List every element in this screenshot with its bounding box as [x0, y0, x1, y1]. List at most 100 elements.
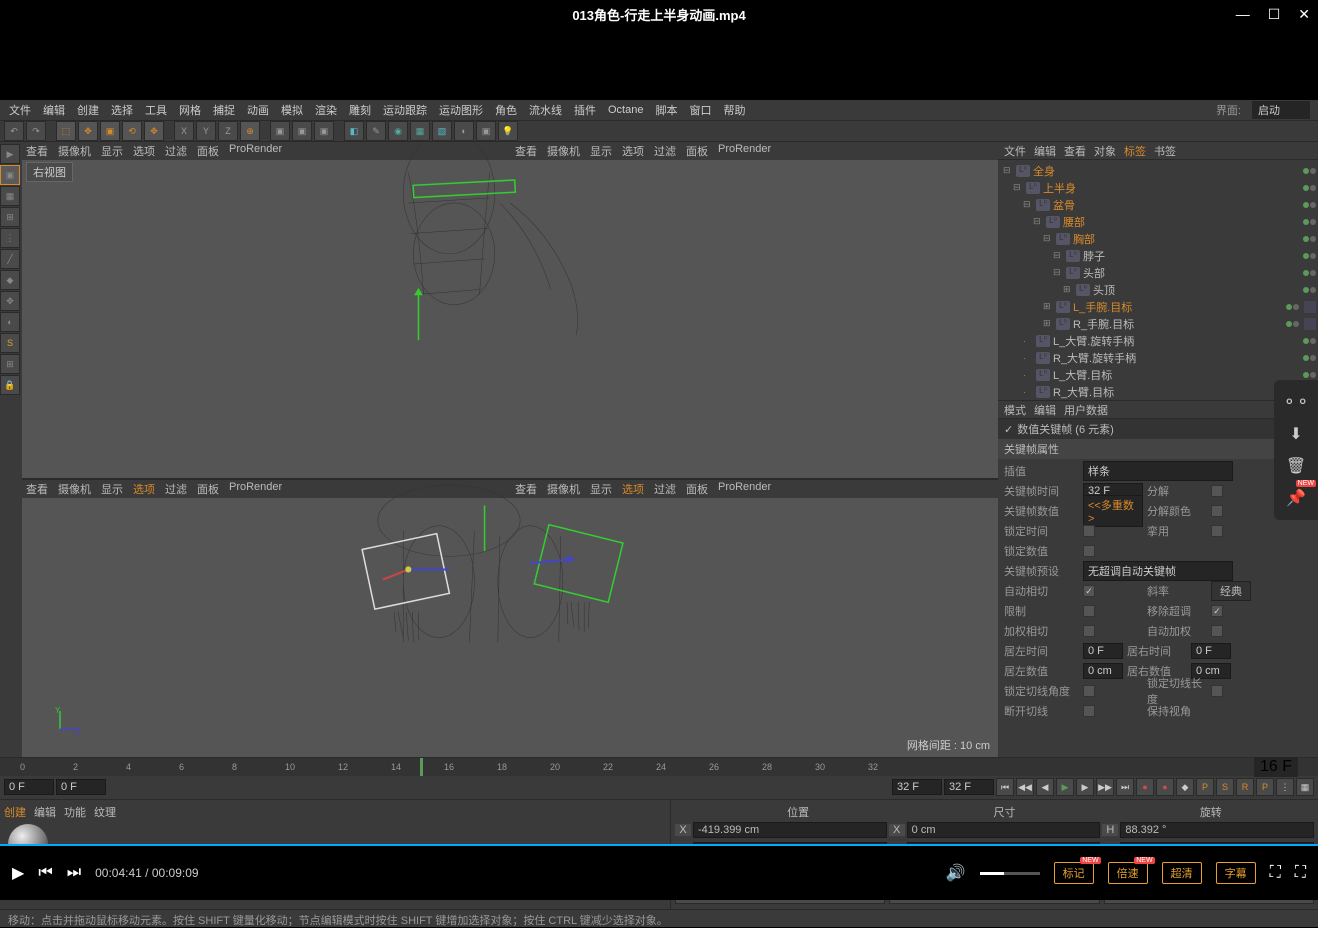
menu-window[interactable]: 窗口 [684, 102, 716, 118]
y-axis-icon[interactable]: Y [196, 121, 216, 141]
coord-system-icon[interactable]: ⊕ [240, 121, 260, 141]
record-icon[interactable]: ● [1136, 778, 1154, 796]
timeline-ruler[interactable]: 16 F 02468101214161820222426283032 [0, 758, 1318, 776]
menu-create[interactable]: 创建 [72, 102, 104, 118]
menu-snap[interactable]: 捕捉 [208, 102, 240, 118]
tree-item[interactable]: · L⁰ R_大臂.旋转手柄 [1000, 349, 1316, 366]
menu-select[interactable]: 选择 [106, 102, 138, 118]
minimize-icon[interactable]: — [1236, 6, 1250, 23]
tree-item[interactable]: ⊞ L⁰ R_手腕.目标 [1000, 315, 1316, 332]
workplane-icon[interactable]: ⊞ [0, 207, 20, 227]
menu-octane[interactable]: Octane [603, 104, 648, 116]
environment-icon[interactable]: ◐ [454, 121, 474, 141]
lasttool-icon[interactable]: ✥ [144, 121, 164, 141]
mute-check[interactable] [1211, 525, 1223, 537]
breaktan-check[interactable] [1083, 705, 1095, 717]
tree-item[interactable]: ⊟ L⁰ 全身 [1000, 162, 1316, 179]
range-end-input[interactable] [892, 779, 942, 795]
rot-key-icon[interactable]: R [1236, 778, 1254, 796]
tree-item[interactable]: ⊟ L⁰ 盆骨 [1000, 196, 1316, 213]
prev-key-icon[interactable]: ◀◀ [1016, 778, 1034, 796]
speed-button[interactable]: 倍速NEW [1108, 862, 1148, 884]
make-editable-icon[interactable]: ▶ [0, 144, 20, 164]
menu-render[interactable]: 渲染 [310, 102, 342, 118]
param-key-icon[interactable]: P [1256, 778, 1274, 796]
classic-button[interactable]: 经典 [1211, 581, 1251, 601]
scale-tool-icon[interactable]: ▣ [100, 121, 120, 141]
fcurve-icon[interactable]: ▦ [1296, 778, 1314, 796]
tree-item[interactable]: ⊟ L⁰ 头部 [1000, 264, 1316, 281]
autotan-check[interactable] [1083, 585, 1095, 597]
subtitle-button[interactable]: 字幕 [1216, 862, 1256, 884]
locktanang-check[interactable] [1083, 685, 1095, 697]
edge-mode-icon[interactable]: ╱ [0, 249, 20, 269]
breakdown-check[interactable] [1211, 485, 1223, 497]
marker-button[interactable]: 标记NEW [1054, 862, 1094, 884]
next-video-icon[interactable]: ⏭ [67, 864, 81, 882]
prev-frame-icon[interactable]: ◀ [1036, 778, 1054, 796]
camera-icon[interactable]: ▣ [476, 121, 496, 141]
tree-item[interactable]: ⊞ L⁰ 头顶 [1000, 281, 1316, 298]
start-frame-input[interactable] [4, 779, 54, 795]
lockval-check[interactable] [1083, 545, 1095, 557]
undo-icon[interactable]: ↶ [4, 121, 24, 141]
cube-icon[interactable]: ◧ [344, 121, 364, 141]
menu-mesh[interactable]: 网格 [174, 102, 206, 118]
layout-dropdown[interactable]: 启动 [1252, 101, 1310, 119]
delete-icon[interactable]: 🗑 [1282, 452, 1310, 480]
attr-edit[interactable]: 编辑 [1034, 402, 1056, 418]
tree-item[interactable]: · L⁰ L_大臂.目标 [1000, 366, 1316, 383]
attr-userdata[interactable]: 用户数据 [1064, 402, 1108, 418]
options-icon[interactable]: ⋮ [1276, 778, 1294, 796]
tree-item[interactable]: ⊟ L⁰ 脖子 [1000, 247, 1316, 264]
select-tool-icon[interactable]: ⬚ [56, 121, 76, 141]
download-icon[interactable]: ⬇ [1282, 420, 1310, 448]
x-axis-icon[interactable]: X [174, 121, 194, 141]
tree-item[interactable]: ⊟ L⁰ 腰部 [1000, 213, 1316, 230]
om-obj[interactable]: 对象 [1094, 143, 1116, 159]
z-axis-icon[interactable]: Z [218, 121, 238, 141]
tree-item[interactable]: · L⁰ L_大臂.旋转手柄 [1000, 332, 1316, 349]
pip-icon[interactable]: ⛶ [1270, 864, 1281, 882]
leftval-input[interactable]: 0 cm [1083, 663, 1123, 679]
model-mode-icon[interactable]: ▣ [0, 165, 20, 185]
autokey-icon[interactable]: ● [1156, 778, 1174, 796]
quality-button[interactable]: 超清 [1162, 862, 1202, 884]
pen-icon[interactable]: ✎ [366, 121, 386, 141]
preset-dropdown[interactable]: 无超调自动关键帧 [1083, 561, 1233, 581]
volume-slider[interactable] [980, 872, 1040, 875]
redo-icon[interactable]: ↷ [26, 121, 46, 141]
nurbs-icon[interactable]: ◉ [388, 121, 408, 141]
move-tool-icon[interactable]: ✥ [78, 121, 98, 141]
rotate-tool-icon[interactable]: ⟲ [122, 121, 142, 141]
breakcolor-check[interactable] [1211, 505, 1223, 517]
menu-track[interactable]: 运动跟踪 [378, 102, 432, 118]
tree-item[interactable]: ⊟ L⁰ 胸部 [1000, 230, 1316, 247]
snap-icon[interactable]: S [0, 333, 20, 353]
next-frame-icon[interactable]: ▶ [1076, 778, 1094, 796]
interp-dropdown[interactable]: 样条 [1083, 461, 1233, 481]
menu-plugins[interactable]: 插件 [569, 102, 601, 118]
mat-edit[interactable]: 编辑 [34, 804, 56, 820]
menu-script[interactable]: 脚本 [650, 102, 682, 118]
keyval-input[interactable]: <<多重数> [1083, 495, 1143, 527]
om-bookmark[interactable]: 书签 [1154, 143, 1176, 159]
menu-pipeline[interactable]: 流水线 [524, 102, 567, 118]
render-settings-icon[interactable]: ▣ [314, 121, 334, 141]
menu-sculpt[interactable]: 雕刻 [344, 102, 376, 118]
mat-create[interactable]: 创建 [4, 804, 26, 820]
playhead[interactable] [420, 758, 423, 776]
keyframe-sel-icon[interactable]: ◆ [1176, 778, 1194, 796]
range-start-input[interactable] [56, 779, 106, 795]
viewport-solo-icon[interactable]: ◐ [0, 312, 20, 332]
texture-mode-icon[interactable]: ▦ [0, 186, 20, 206]
pos-key-icon[interactable]: P [1196, 778, 1214, 796]
om-view[interactable]: 查看 [1064, 143, 1086, 159]
share-icon[interactable]: ⚬⚬ [1282, 388, 1310, 416]
mat-func[interactable]: 功能 [64, 804, 86, 820]
render-icon[interactable]: ▣ [270, 121, 290, 141]
polygon-mode-icon[interactable]: ◆ [0, 270, 20, 290]
menu-file[interactable]: 文件 [4, 102, 36, 118]
volume-icon[interactable]: 🔊 [946, 863, 966, 883]
clamp-check[interactable] [1083, 605, 1095, 617]
